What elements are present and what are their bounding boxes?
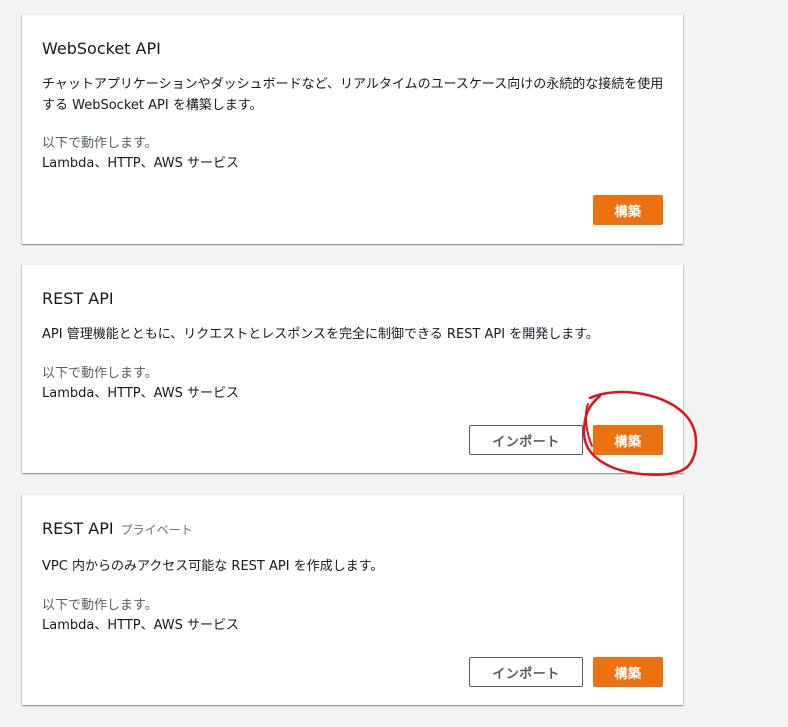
works-with-values: Lambda、HTTP、AWS サービス [42,156,240,171]
card-title-suffix: プライベート [120,523,193,537]
works-with: 以下で動作します。 Lambda、HTTP、AWS サービス [42,134,239,174]
import-button[interactable]: インポート [469,657,583,687]
card-description: API 管理機能とともに、リクエストとレスポンスを完全に制御できる REST A… [42,327,599,342]
build-button[interactable]: 構築 [593,425,663,455]
card-title: REST API プライベート [42,518,193,541]
card-title: REST API [42,289,114,308]
card-title-text: REST API [42,519,114,538]
websocket-api-card: WebSocket API チャットアプリケーションやダッシュボードなど、リアル… [22,14,683,244]
import-button[interactable]: インポート [469,425,583,455]
rest-api-card: REST API API 管理機能とともに、リクエストとレスポンスを完全に制御で… [22,264,683,473]
works-with: 以下で動作します。 Lambda、HTTP、AWS サービス [42,364,239,404]
card-title: WebSocket API [42,39,161,58]
works-with-values: Lambda、HTTP、AWS サービス [42,386,240,401]
rest-api-private-card: REST API プライベート VPC 内からのみアクセス可能な REST AP… [22,494,683,705]
works-with-label: 以下で動作します。 [42,366,158,381]
works-with: 以下で動作します。 Lambda、HTTP、AWS サービス [42,596,239,636]
card-description: チャットアプリケーションやダッシュボードなど、リアルタイムのユースケース向けの永… [42,77,664,113]
works-with-label: 以下で動作します。 [42,136,158,151]
build-button[interactable]: 構築 [593,195,663,225]
build-button[interactable]: 構築 [593,657,663,687]
card-description: VPC 内からのみアクセス可能な REST API を作成します。 [42,559,384,574]
works-with-values: Lambda、HTTP、AWS サービス [42,618,240,633]
works-with-label: 以下で動作します。 [42,598,158,613]
